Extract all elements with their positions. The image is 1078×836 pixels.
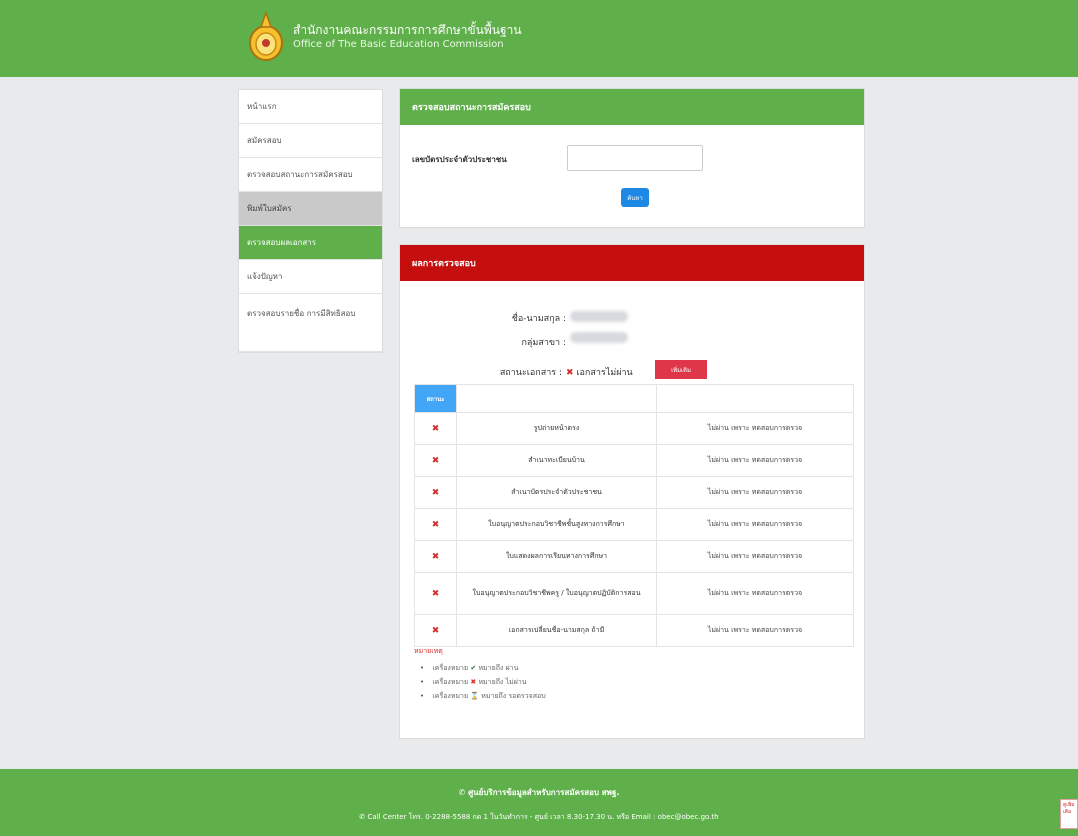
document-name: ใบอนุญาตประกอบวิชาชีพชั้นสูงทางการศึกษา [456, 508, 657, 541]
document-result: ไม่ผ่าน เพราะ ทดสอบการตรวจ [656, 540, 854, 573]
document-name: สำเนาบัตรประจำตัวประชาชน [456, 476, 657, 509]
footer-line-2: Call Center โทร. 0-2288-5588 กด 1 ในวันท… [367, 813, 719, 821]
table-row: ✖ สำเนาบัตรประจำตัวประชาชน ไม่ผ่าน เพราะ… [414, 476, 854, 509]
fail-icon: ✖ [414, 572, 457, 615]
document-result: ไม่ผ่าน เพราะ ทดสอบการตรวจ [656, 412, 854, 445]
status-column-header: สถานะ [414, 384, 457, 413]
footer-contact-info: ✆ Call Center โทร. 0-2288-5588 กด 1 ในวั… [0, 812, 1078, 823]
document-name: เอกสารเปลี่ยนชื่อ-นามสกุล ถ้ามี [456, 614, 657, 647]
table-row: ✖ ใบอนุญาตประกอบวิชาชีพครู / ใบอนุญาตปฏิ… [414, 572, 854, 615]
notes-title: หมายเหตุ [414, 647, 443, 655]
legend-item-fail: เครื่องหมาย ✖ หมายถึง ไม่ผ่าน [420, 677, 546, 688]
obec-logo-icon [249, 11, 283, 61]
legend-item-pass: เครื่องหมาย ✔ หมายถึง ผ่าน [420, 663, 546, 674]
legend-text: หมายถึง รอตรวจสอบ [481, 692, 546, 700]
sidebar-item-report-problem[interactable]: แจ้งปัญหา [239, 260, 382, 294]
legend-item-pending: เครื่องหมาย ⌛ หมายถึง รอตรวจสอบ [420, 691, 546, 702]
legend-text: หมายถึง ผ่าน [478, 664, 519, 672]
legend-text: เครื่องหมาย [432, 678, 469, 686]
footer-contact-title: ✆ ศูนย์บริการข้อมูลสำหรับการสมัครสอบ สพฐ… [0, 786, 1078, 799]
fail-icon: ✖ [414, 614, 457, 647]
sidebar-item-check-status[interactable]: ตรวจสอบสถานะการสมัครสอบ [239, 158, 382, 192]
name-label: ชื่อ-นามสกุล : [511, 314, 566, 324]
sidebar-item-check-documents[interactable]: ตรวจสอบผลเอกสาร [239, 226, 382, 260]
document-result: ไม่ผ่าน เพราะ ทดสอบการตรวจ [656, 508, 854, 541]
document-name: ใบอนุญาตประกอบวิชาชีพครู / ใบอนุญาตปฏิบั… [456, 572, 657, 615]
table-header-row: สถานะ [414, 384, 854, 413]
fail-icon: ✖ [414, 540, 457, 573]
document-name: ใบแสดงผลการเรียนทางการศึกษา [456, 540, 657, 573]
id-card-input[interactable] [567, 145, 703, 171]
name-value-redacted [570, 311, 628, 322]
sidebar-item-home[interactable]: หน้าแรก [239, 90, 382, 124]
result-panel: ผลการตรวจสอบ ชื่อ-นามสกุล : กลุ่มสาขา : … [399, 244, 865, 739]
search-button[interactable]: ค้นหา [621, 188, 649, 207]
sidebar-item-apply[interactable]: สมัครสอบ [239, 124, 382, 158]
fail-icon: ✖ [414, 476, 457, 509]
document-table: สถานะ ✖ รูปถ่ายหน้าตรง ไม่ผ่าน เพราะ ทดส… [414, 384, 854, 647]
status-label: สถานะเอกสาร : [499, 368, 562, 378]
footer-line-1: ศูนย์บริการข้อมูลสำหรับการสมัครสอบ สพฐ. [468, 788, 620, 797]
legend-text: เครื่องหมาย [432, 664, 469, 672]
search-panel-title: ตรวจสอบสถานะการสมัครสอบ [400, 89, 864, 125]
sidebar-item-check-eligibility[interactable]: ตรวจสอบรายชื่อ การมีสิทธิสอบ [239, 294, 382, 352]
phone-icon: ✆ [458, 788, 466, 797]
table-row: ✖ ใบแสดงผลการเรียนทางการศึกษา ไม่ผ่าน เพ… [414, 540, 854, 573]
search-panel: ตรวจสอบสถานะการสมัครสอบ เลขบัตรประจำตัวป… [399, 88, 865, 228]
corner-widget[interactable]: ดูเพิ่มเติม [1060, 799, 1078, 829]
group-label: กลุ่มสาขา : [521, 338, 566, 348]
fail-icon: ✖ [414, 412, 457, 445]
table-row: ✖ เอกสารเปลี่ยนชื่อ-นามสกุล ถ้ามี ไม่ผ่า… [414, 614, 854, 647]
table-row: ✖ สำเนาทะเบียนบ้าน ไม่ผ่าน เพราะ ทดสอบกา… [414, 444, 854, 477]
phone-icon: ✆ [359, 813, 366, 821]
document-column-header [456, 384, 657, 413]
table-row: ✖ ใบอนุญาตประกอบวิชาชีพชั้นสูงทางการศึกษ… [414, 508, 854, 541]
site-footer: ✆ ศูนย์บริการข้อมูลสำหรับการสมัครสอบ สพฐ… [0, 769, 1078, 836]
document-name: สำเนาทะเบียนบ้าน [456, 444, 657, 477]
site-title-english: Office of The Basic Education Commission [293, 39, 504, 50]
result-column-header [656, 384, 854, 413]
document-result: ไม่ผ่าน เพราะ ทดสอบการตรวจ [656, 572, 854, 615]
document-result: ไม่ผ่าน เพราะ ทดสอบการตรวจ [656, 444, 854, 477]
legend-notes: หมายเหตุ เครื่องหมาย ✔ หมายถึง ผ่าน เครื… [414, 646, 546, 705]
cross-icon: ✖ [470, 678, 477, 686]
sidebar-item-print-form[interactable]: พิมพ์ใบสมัคร [239, 192, 382, 226]
document-name: รูปถ่ายหน้าตรง [456, 412, 657, 445]
document-status: ✖ เอกสารไม่ผ่าน [566, 365, 633, 379]
fail-icon: ✖ [414, 444, 457, 477]
site-title-thai: สำนักงานคณะกรรมการการศึกษาขั้นพื้นฐาน [293, 23, 522, 37]
site-header: สำนักงานคณะกรรมการการศึกษาขั้นพื้นฐาน Of… [0, 0, 1078, 77]
fail-icon: ✖ [414, 508, 457, 541]
table-row: ✖ รูปถ่ายหน้าตรง ไม่ผ่าน เพราะ ทดสอบการต… [414, 412, 854, 445]
legend-text: หมายถึง ไม่ผ่าน [478, 678, 527, 686]
sidebar-menu: หน้าแรก สมัครสอบ ตรวจสอบสถานะการสมัครสอบ… [238, 89, 383, 353]
document-status-value: เอกสารไม่ผ่าน [576, 368, 633, 378]
fail-icon: ✖ [566, 368, 574, 378]
id-card-label: เลขบัตรประจำตัวประชาชน [412, 155, 507, 164]
check-icon: ✔ [470, 664, 477, 672]
legend-text: เครื่องหมาย [432, 692, 469, 700]
group-value-redacted [570, 332, 628, 343]
detail-button[interactable]: เพิ่มเติม [655, 360, 707, 379]
document-result: ไม่ผ่าน เพราะ ทดสอบการตรวจ [656, 476, 854, 509]
result-panel-title: ผลการตรวจสอบ [400, 245, 864, 281]
hourglass-icon: ⌛ [470, 692, 480, 700]
document-result: ไม่ผ่าน เพราะ ทดสอบการตรวจ [656, 614, 854, 647]
